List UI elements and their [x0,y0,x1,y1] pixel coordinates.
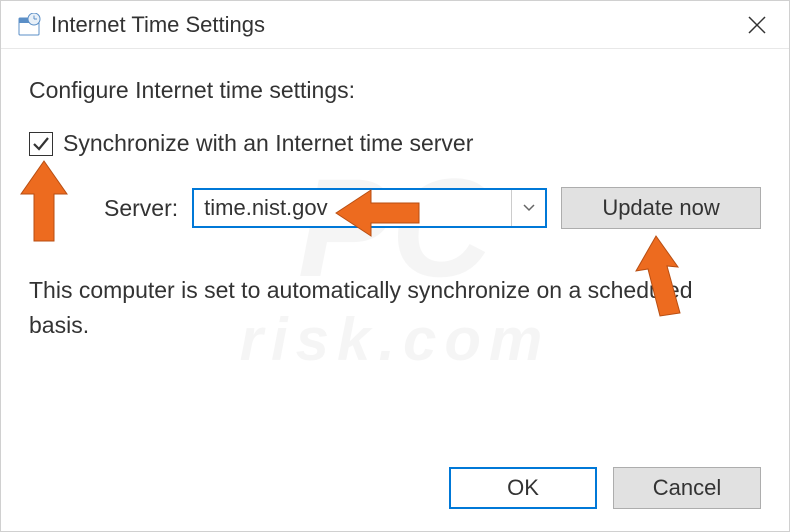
dialog-button-row: OK Cancel [449,467,761,509]
close-button[interactable] [743,11,771,39]
dialog-content: Configure Internet time settings: Synchr… [1,49,789,362]
update-now-button[interactable]: Update now [561,187,761,229]
clock-icon [17,13,41,37]
server-label: Server: [104,195,178,222]
close-icon [748,16,766,34]
checkmark-icon [32,135,50,153]
server-combobox[interactable] [192,188,547,228]
server-input[interactable] [194,191,511,225]
sync-checkbox[interactable] [29,132,53,156]
sync-checkbox-label: Synchronize with an Internet time server [63,130,473,157]
ok-button[interactable]: OK [449,467,597,509]
dialog-window: Internet Time Settings Configure Interne… [0,0,790,532]
cancel-button[interactable]: Cancel [613,467,761,509]
sync-checkbox-row: Synchronize with an Internet time server [29,130,761,157]
instruction-text: Configure Internet time settings: [29,77,761,104]
titlebar: Internet Time Settings [1,1,789,49]
chevron-down-icon [523,204,535,212]
status-text: This computer is set to automatically sy… [29,273,749,342]
combobox-dropdown-button[interactable] [511,190,545,226]
window-title: Internet Time Settings [51,12,265,38]
server-row: Server: Update now [104,187,761,229]
